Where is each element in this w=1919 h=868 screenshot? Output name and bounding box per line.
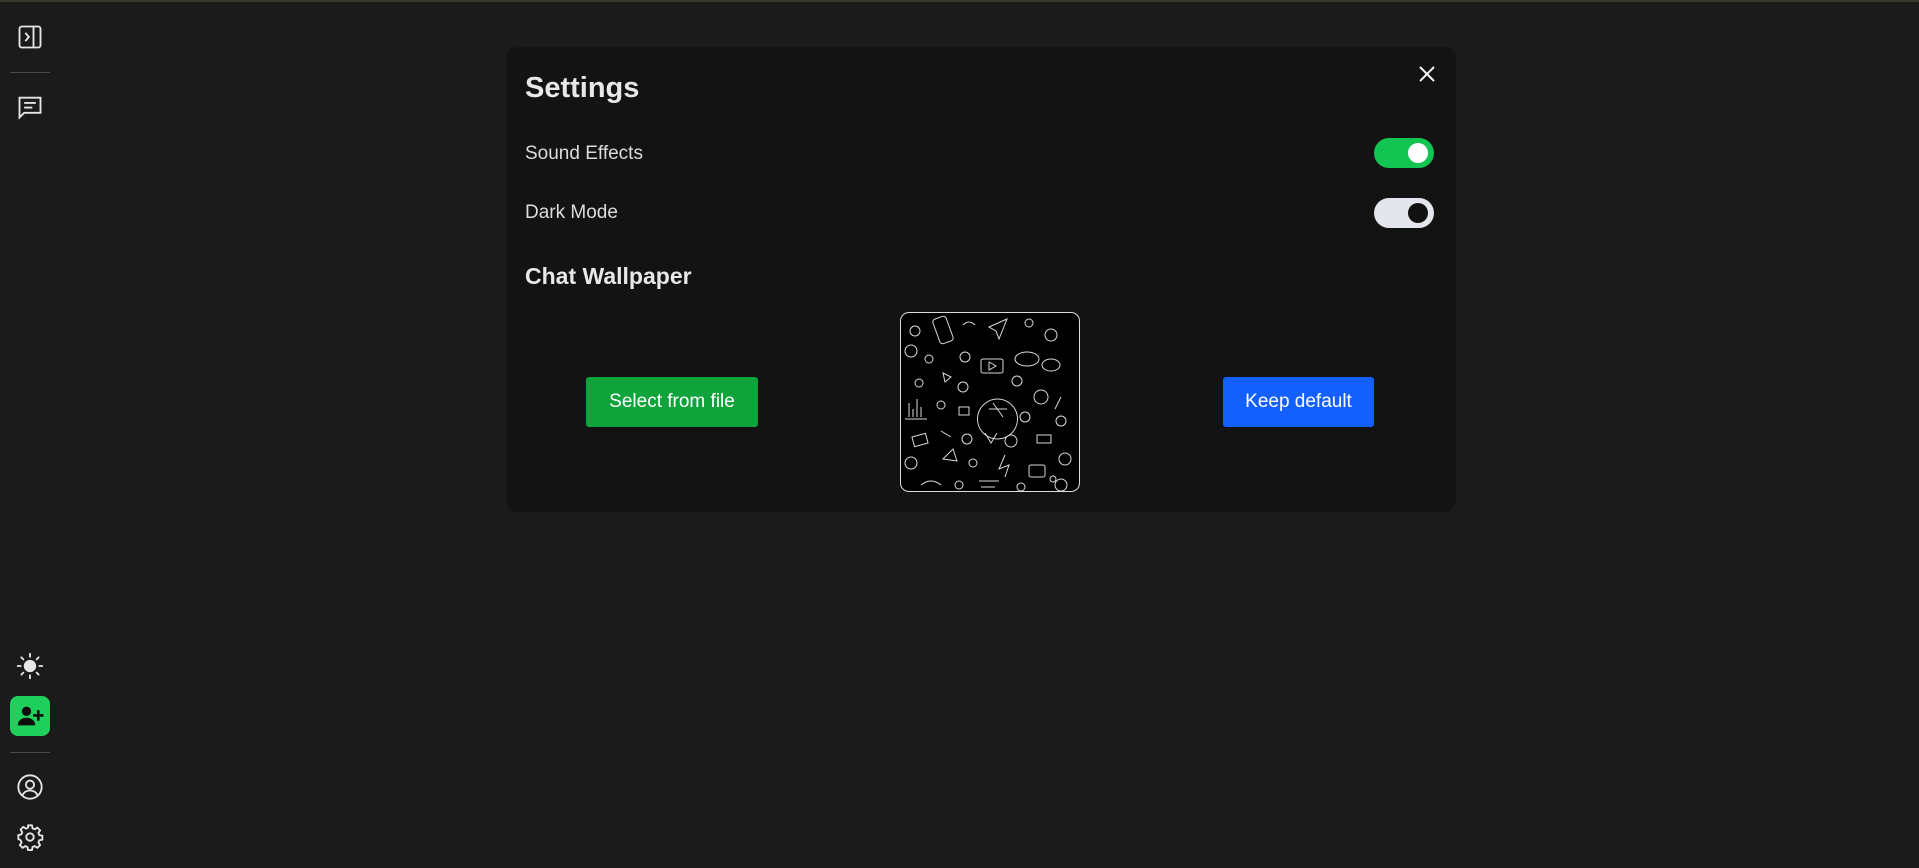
- select-from-file-button[interactable]: Select from file: [586, 377, 758, 427]
- add-user-icon: [17, 706, 44, 726]
- toggle-knob: [1408, 143, 1428, 163]
- window-top-border: [0, 0, 1919, 2]
- gear-icon[interactable]: [10, 817, 50, 857]
- sidebar-divider: [10, 752, 50, 753]
- chat-wallpaper-title: Chat Wallpaper: [525, 263, 692, 289]
- dark-mode-label: Dark Mode: [525, 202, 618, 223]
- close-button[interactable]: [1412, 59, 1442, 89]
- sidebar-divider: [10, 72, 50, 73]
- sound-effects-label: Sound Effects: [525, 143, 643, 164]
- profile-icon[interactable]: [10, 767, 50, 807]
- wallpaper-preview: [900, 312, 1080, 492]
- panel-expand-icon[interactable]: [10, 17, 50, 57]
- keep-default-button[interactable]: Keep default: [1223, 377, 1374, 427]
- settings-title: Settings: [525, 72, 640, 104]
- add-user-button[interactable]: [10, 696, 50, 736]
- doodle-pattern-image: [904, 315, 1072, 491]
- sound-effects-toggle[interactable]: [1374, 138, 1434, 168]
- sidebar: [0, 2, 60, 868]
- close-icon: [1419, 66, 1435, 82]
- dark-mode-toggle[interactable]: [1374, 198, 1434, 228]
- toggle-knob: [1408, 203, 1428, 223]
- chat-icon[interactable]: [10, 87, 50, 127]
- sun-icon[interactable]: [10, 646, 50, 686]
- settings-dialog: Settings Sound Effects Dark Mode Chat Wa…: [506, 47, 1456, 512]
